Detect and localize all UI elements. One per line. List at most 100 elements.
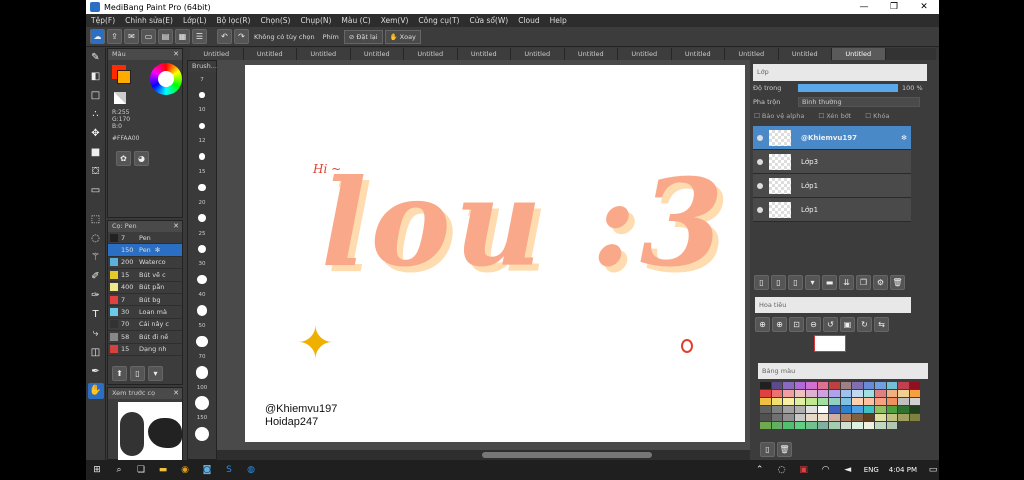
- palette-swatch[interactable]: [852, 390, 863, 397]
- palette-swatch[interactable]: [829, 390, 840, 397]
- menu-item[interactable]: Cửa sổ(W): [464, 16, 513, 25]
- palette-swatch[interactable]: [817, 390, 828, 397]
- brush-item[interactable]: 150 Pen ✻: [108, 244, 182, 257]
- palette-swatch[interactable]: [794, 414, 805, 421]
- speech-icon[interactable]: ▭: [141, 29, 156, 44]
- rotate-button[interactable]: ✋ Xoay: [384, 29, 421, 44]
- palette-swatch[interactable]: [829, 414, 840, 421]
- select-pen-icon[interactable]: ✐: [88, 269, 104, 285]
- clock[interactable]: 4:04 PM: [889, 466, 917, 474]
- visibility-icon[interactable]: [757, 206, 763, 213]
- rotate-right-icon[interactable]: ↻: [857, 317, 872, 332]
- grid-icon[interactable]: ▦: [175, 29, 190, 44]
- visibility-icon[interactable]: [757, 182, 763, 189]
- folder-icon[interactable]: ▬: [822, 275, 837, 290]
- palette-swatch[interactable]: [783, 398, 794, 405]
- new-halftone-icon[interactable]: ▯: [771, 275, 786, 290]
- brush-settings-icon[interactable]: ✻: [155, 246, 160, 254]
- volume-icon[interactable]: ◄: [842, 464, 854, 476]
- palette-swatch[interactable]: [875, 406, 886, 413]
- layer-row[interactable]: Lớp3: [753, 150, 911, 174]
- document-tab[interactable]: Untitled: [404, 48, 458, 60]
- palette-swatch[interactable]: [760, 398, 771, 405]
- layer-row[interactable]: Lớp1: [753, 174, 911, 198]
- palette-swatch[interactable]: [863, 390, 874, 397]
- palette-swatch[interactable]: [909, 406, 920, 413]
- palette-swatch[interactable]: [760, 390, 771, 397]
- palette-swatch[interactable]: [840, 406, 851, 413]
- antivirus-icon[interactable]: ▣: [798, 464, 810, 476]
- palette-swatch[interactable]: [817, 406, 828, 413]
- brush-item[interactable]: 400 Bút pẫn: [108, 282, 182, 294]
- lock-checkbox[interactable]: ☐ Khóa: [865, 112, 889, 120]
- palette-swatch[interactable]: [863, 382, 874, 389]
- document-tab[interactable]: Untitled: [725, 48, 779, 60]
- secondary-color-swatch[interactable]: [117, 70, 131, 84]
- palette-swatch[interactable]: [829, 406, 840, 413]
- palette-swatch[interactable]: [829, 422, 840, 429]
- menu-item[interactable]: Tệp(F): [86, 16, 120, 25]
- palette-swatch[interactable]: [840, 398, 851, 405]
- palette-swatch[interactable]: [806, 422, 817, 429]
- palette-swatch[interactable]: [760, 422, 771, 429]
- palette-swatch[interactable]: [886, 422, 897, 429]
- size-dot-row[interactable]: [188, 426, 216, 441]
- maximize-icon[interactable]: ❐: [879, 0, 909, 14]
- palette-swatch[interactable]: [794, 382, 805, 389]
- palette-swatch[interactable]: [863, 414, 874, 421]
- size-dot-row[interactable]: [188, 241, 216, 256]
- palette-swatch[interactable]: [771, 398, 782, 405]
- undo-icon[interactable]: ↶: [217, 29, 232, 44]
- size-option[interactable]: 20: [188, 195, 216, 210]
- palette-swatch[interactable]: [817, 382, 828, 389]
- palette-swatch[interactable]: [794, 406, 805, 413]
- palette-swatch[interactable]: [909, 398, 920, 405]
- palette-swatch[interactable]: [840, 390, 851, 397]
- palette-swatch[interactable]: [863, 398, 874, 405]
- tray-up-icon[interactable]: ⌃: [754, 464, 766, 476]
- comment-icon[interactable]: ✉: [124, 29, 139, 44]
- layer-settings-icon[interactable]: ✻: [901, 134, 907, 142]
- move-tool-icon[interactable]: ✥: [88, 126, 104, 142]
- cloud-icon[interactable]: ☁: [90, 29, 105, 44]
- fit-icon[interactable]: ⊡: [789, 317, 804, 332]
- wifi-icon[interactable]: ◠: [820, 464, 832, 476]
- delete-layer-icon[interactable]: 🗑: [890, 275, 905, 290]
- document-tab[interactable]: Untitled: [190, 48, 244, 60]
- eyedropper-icon[interactable]: ✒: [88, 364, 104, 380]
- notification-icon[interactable]: ▭: [927, 464, 939, 476]
- palette-swatch[interactable]: [886, 406, 897, 413]
- palette-swatch[interactable]: [771, 382, 782, 389]
- reset-button[interactable]: ⊘ Đặt lại: [343, 29, 383, 44]
- size-option[interactable]: 10: [188, 103, 216, 118]
- palette-swatch[interactable]: [886, 414, 897, 421]
- palette-swatch[interactable]: [898, 414, 909, 421]
- export-icon[interactable]: ⇪: [107, 29, 122, 44]
- zoom-in-icon[interactable]: ⊕: [755, 317, 770, 332]
- gradient-tool-icon[interactable]: ▭: [88, 183, 104, 199]
- brush-tool-icon[interactable]: ✎: [88, 50, 104, 66]
- palette-swatch[interactable]: [840, 422, 851, 429]
- document-tab[interactable]: Untitled: [350, 48, 404, 60]
- palette-icon[interactable]: ✿: [116, 151, 131, 166]
- size-dot-row[interactable]: [188, 395, 216, 410]
- zalo-icon[interactable]: ◍: [245, 464, 257, 476]
- palette-swatch[interactable]: [817, 422, 828, 429]
- palette-swatch[interactable]: [852, 406, 863, 413]
- size-dot-row[interactable]: [188, 334, 216, 349]
- palette-swatch[interactable]: [794, 422, 805, 429]
- merge-icon[interactable]: ⇊: [839, 275, 854, 290]
- brush-item[interactable]: 200 Waterco: [108, 257, 182, 270]
- menu-item[interactable]: Help: [545, 16, 572, 25]
- palette-swatch[interactable]: [806, 406, 817, 413]
- file-explorer-icon[interactable]: ▬: [157, 464, 169, 476]
- new-8bit-icon[interactable]: ▯: [788, 275, 803, 290]
- document-tab[interactable]: Untitled: [564, 48, 618, 60]
- skype-icon[interactable]: S: [223, 464, 235, 476]
- palette-swatch[interactable]: [783, 422, 794, 429]
- palette-swatch[interactable]: [875, 414, 886, 421]
- brush-item[interactable]: 15 Bút vẽ c: [108, 269, 182, 282]
- size-option[interactable]: 40: [188, 287, 216, 302]
- palette-swatch[interactable]: [783, 406, 794, 413]
- color-wheel[interactable]: [150, 63, 182, 95]
